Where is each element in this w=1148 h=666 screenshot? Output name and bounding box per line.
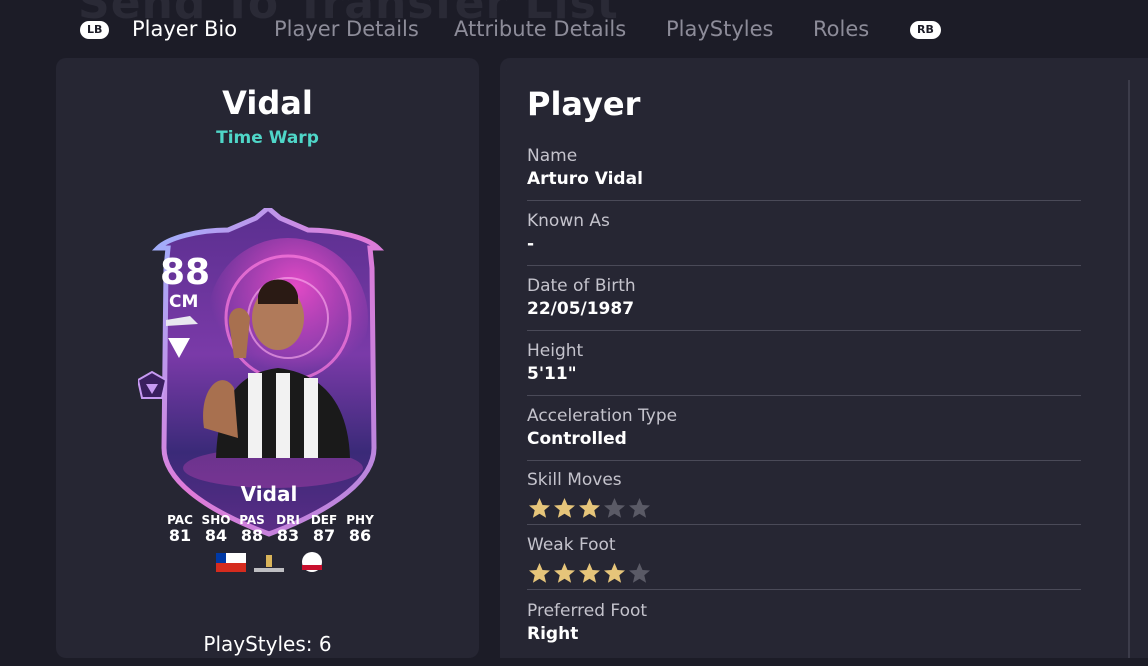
star-filled-icon (554, 563, 575, 583)
divider (527, 395, 1081, 396)
card-badges (216, 552, 322, 572)
stat-sho: SHO 84 (201, 513, 231, 545)
field-known-as: Known As - (527, 211, 1081, 276)
tab-playstyles[interactable]: PlayStyles (666, 17, 773, 41)
player-name-heading: Vidal (222, 84, 313, 122)
star-filled-icon (579, 498, 600, 518)
divider (527, 524, 1081, 525)
field-value: Right (527, 624, 579, 644)
card-promo-label: Time Warp (216, 128, 319, 148)
weak-foot-stars (527, 562, 652, 584)
field-label: Height (527, 341, 584, 361)
tab-attribute-details[interactable]: Attribute Details (454, 17, 626, 41)
star-empty-icon (629, 563, 650, 583)
stat-dri: DRI 83 (276, 513, 300, 545)
field-label: Known As (527, 211, 610, 231)
club-crest-icon (302, 552, 322, 572)
card-position: CM (169, 292, 199, 312)
stat-def: DEF 87 (310, 513, 338, 545)
lb-bumper-icon[interactable]: LB (80, 21, 110, 39)
league-logo-icon (254, 555, 284, 572)
field-value: - (527, 234, 535, 254)
field-value: 5'11" (527, 364, 577, 384)
tab-roles[interactable]: Roles (813, 17, 869, 41)
stat-pas: PAS 88 (239, 513, 265, 545)
divider (527, 589, 1081, 590)
field-label: Preferred Foot (527, 601, 648, 621)
field-weak-foot: Weak Foot (527, 535, 1081, 600)
field-label: Name (527, 146, 578, 166)
field-height: Height 5'11" (527, 341, 1081, 406)
card-rating: 88 (160, 252, 211, 293)
field-value: 22/05/1987 (527, 299, 635, 319)
star-empty-icon (604, 498, 625, 518)
field-value: Arturo Vidal (527, 169, 643, 189)
field-name: Name Arturo Vidal (527, 146, 1081, 211)
divider (527, 460, 1081, 461)
star-filled-icon (529, 498, 550, 518)
divider (527, 200, 1081, 201)
player-card[interactable]: 88 CM Vidal PAC 81 SHO 84 PAS 88 DRI 83 DEF 8… (138, 208, 400, 572)
field-label: Skill Moves (527, 470, 622, 490)
star-filled-icon (554, 498, 575, 518)
scrollbar[interactable] (1128, 80, 1130, 658)
field-preferred-foot: Preferred Foot Right (527, 601, 1081, 666)
field-label: Date of Birth (527, 276, 636, 296)
star-empty-icon (629, 498, 650, 518)
player-info-panel: Player Name Arturo Vidal Known As - Date… (500, 58, 1148, 658)
player-section-title: Player (527, 85, 641, 123)
field-label: Acceleration Type (527, 406, 678, 426)
tab-bar: LB Player Bio Player Details Attribute D… (0, 0, 1148, 60)
field-date-of-birth: Date of Birth 22/05/1987 (527, 276, 1081, 341)
divider (527, 265, 1081, 266)
star-filled-icon (604, 563, 625, 583)
playstyles-count: PlayStyles: 6 (203, 632, 332, 656)
star-filled-icon (529, 563, 550, 583)
stat-phy: PHY 86 (346, 513, 374, 545)
divider (527, 330, 1081, 331)
tab-player-details[interactable]: Player Details (274, 17, 419, 41)
field-acceleration-type: Acceleration Type Controlled (527, 406, 1081, 471)
player-card-panel: Vidal Time Warp 88 CM Vidal PAC 81 SHO 8… (56, 58, 479, 658)
stat-pac: PAC 81 (167, 513, 193, 545)
chile-flag-icon (216, 553, 246, 572)
rb-bumper-icon[interactable]: RB (910, 21, 941, 39)
card-stats: PAC 81 SHO 84 PAS 88 DRI 83 DEF 87 PHY 86 (162, 513, 378, 545)
card-player-name: Vidal (240, 482, 298, 506)
tab-player-bio[interactable]: Player Bio (132, 17, 237, 41)
star-filled-icon (579, 563, 600, 583)
skill-moves-stars (527, 497, 652, 519)
field-label: Weak Foot (527, 535, 616, 555)
field-skill-moves: Skill Moves (527, 470, 1081, 535)
field-value: Controlled (527, 429, 627, 449)
